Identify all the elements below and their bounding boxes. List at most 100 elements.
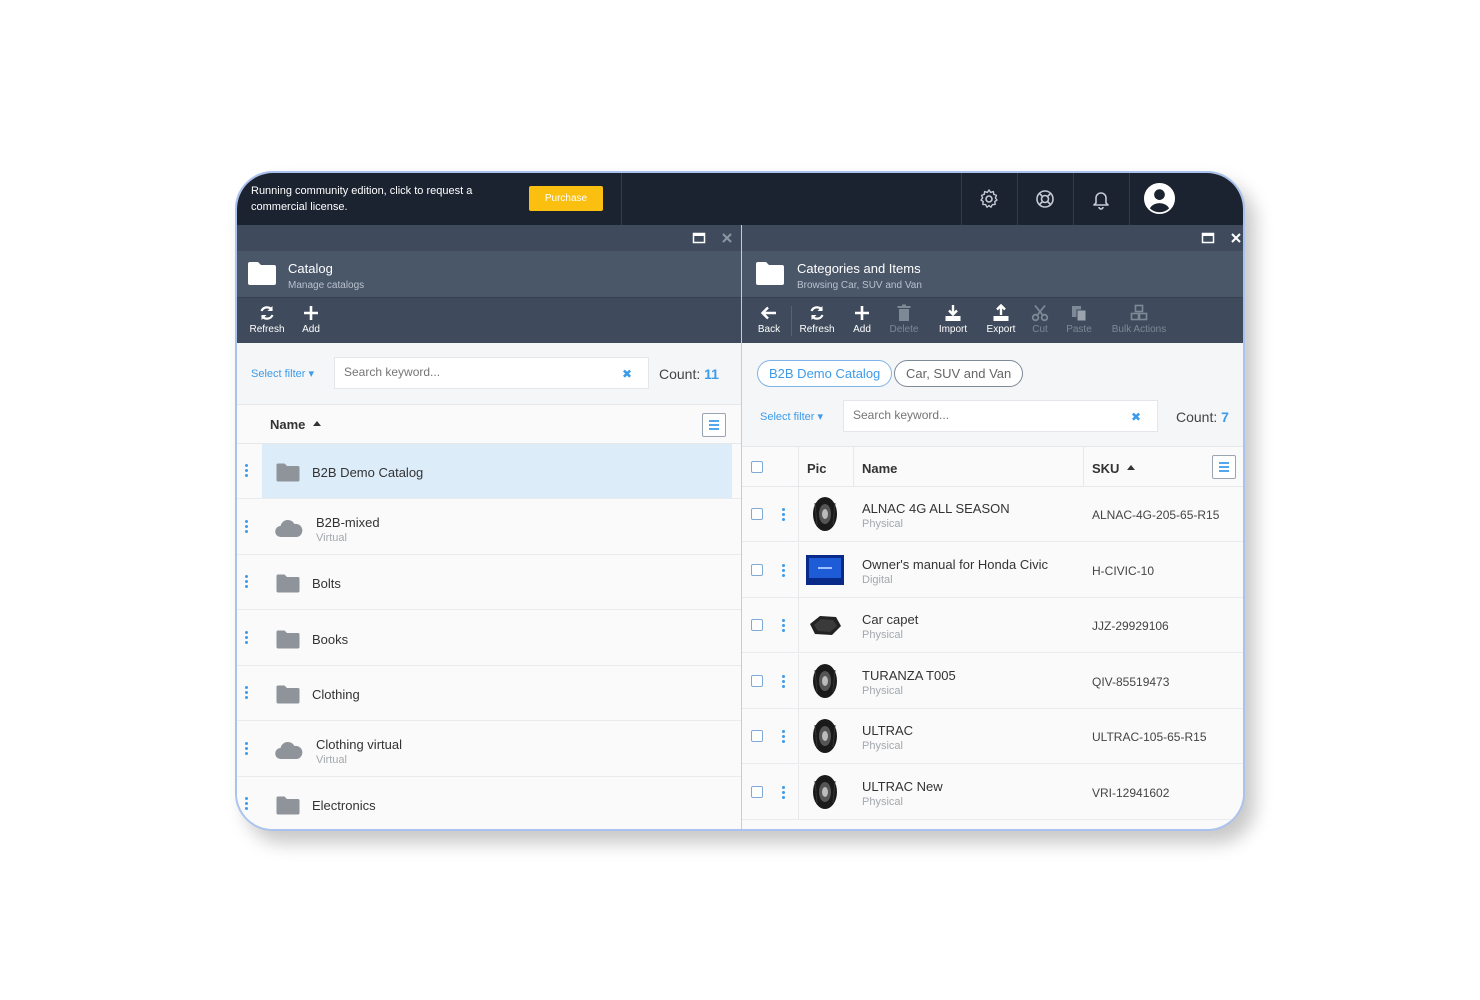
cut-button[interactable]: Cut bbox=[1028, 304, 1052, 340]
catalog-row[interactable]: Books bbox=[237, 610, 741, 666]
row-actions-icon[interactable] bbox=[245, 519, 249, 535]
column-menu-button[interactable] bbox=[702, 413, 726, 437]
row-actions-icon[interactable] bbox=[782, 563, 786, 579]
row-checkbox[interactable] bbox=[751, 563, 763, 576]
product-thumbnail-carpet-icon[interactable] bbox=[806, 606, 844, 644]
folder-icon bbox=[276, 685, 300, 704]
import-button[interactable]: Import bbox=[934, 304, 972, 340]
categories-toolbar: Back Refresh Add Delete Import Export Cu… bbox=[742, 297, 1243, 343]
clear-search-icon[interactable]: ✖ bbox=[622, 367, 632, 381]
sort-asc-icon bbox=[1127, 465, 1136, 471]
clear-search-icon[interactable]: ✖ bbox=[1131, 410, 1141, 424]
item-name: ALNAC 4G ALL SEASON bbox=[862, 501, 1010, 516]
items-search-input[interactable] bbox=[853, 408, 1104, 422]
paste-button[interactable]: Paste bbox=[1062, 304, 1096, 340]
product-thumbnail-tire-icon[interactable] bbox=[806, 773, 844, 811]
catalog-row[interactable]: B2B-mixed Virtual bbox=[237, 499, 741, 555]
item-name: TURANZA T005 bbox=[862, 667, 956, 683]
download-icon bbox=[945, 305, 961, 321]
product-thumbnail-tire-icon[interactable] bbox=[806, 495, 844, 533]
pic-column-header[interactable]: Pic bbox=[807, 461, 827, 476]
catalog-search-input[interactable] bbox=[344, 365, 595, 379]
license-notice[interactable]: Running community edition, click to requ… bbox=[251, 183, 501, 215]
catalog-name: B2B Demo Catalog bbox=[312, 465, 424, 480]
row-actions-icon[interactable] bbox=[245, 630, 249, 646]
item-sku: QIV-85519473 bbox=[1092, 674, 1170, 689]
product-thumbnail-tire-icon[interactable] bbox=[806, 662, 844, 700]
scissors-icon bbox=[1031, 304, 1049, 322]
row-actions-icon[interactable] bbox=[245, 686, 249, 701]
sku-column-header[interactable]: SKU bbox=[1092, 461, 1136, 476]
maximize-icon[interactable] bbox=[1201, 231, 1215, 245]
name-column-header[interactable]: Name bbox=[270, 417, 322, 432]
row-actions-icon[interactable] bbox=[245, 464, 249, 479]
maximize-icon[interactable] bbox=[692, 231, 706, 245]
add-button[interactable]: Add bbox=[846, 304, 878, 340]
item-row[interactable]: TURANZA T005 Physical QIV-85519473 bbox=[742, 653, 1243, 709]
catalog-row[interactable]: B2B Demo Catalog bbox=[237, 444, 741, 499]
bell-icon[interactable] bbox=[1089, 187, 1113, 211]
support-icon[interactable] bbox=[1033, 187, 1057, 211]
catalog-row[interactable]: Electronics bbox=[237, 777, 741, 829]
catalog-header: Catalog Manage catalogs bbox=[237, 251, 741, 297]
items-count: Count: 7 bbox=[1176, 409, 1229, 425]
breadcrumb-category-chip[interactable]: Car, SUV and Van bbox=[894, 360, 1024, 387]
catalog-name: Books bbox=[312, 631, 349, 647]
select-filter-dropdown[interactable]: Select filter ▾ bbox=[251, 367, 314, 380]
item-row[interactable]: ULTRAC New Physical VRI-12941602 bbox=[742, 764, 1243, 820]
item-row[interactable]: Owner's manual for Honda Civic Digital H-C… bbox=[742, 542, 1243, 598]
gear-icon[interactable] bbox=[977, 187, 1001, 211]
product-thumbnail-tire-icon[interactable] bbox=[806, 717, 844, 755]
export-button[interactable]: Export bbox=[982, 304, 1020, 340]
row-actions-icon[interactable] bbox=[782, 619, 786, 634]
purchase-button[interactable]: Purchase bbox=[529, 186, 603, 211]
row-checkbox[interactable] bbox=[751, 785, 763, 798]
row-actions-icon[interactable] bbox=[782, 785, 786, 801]
item-type: Physical bbox=[862, 629, 903, 641]
item-row[interactable]: ALNAC 4G ALL SEASON Physical ALNAC-4G-205-… bbox=[742, 487, 1243, 542]
catalog-name: Clothing bbox=[312, 687, 360, 702]
plus-icon bbox=[304, 306, 318, 320]
row-actions-icon[interactable] bbox=[782, 508, 786, 523]
row-actions-icon[interactable] bbox=[782, 730, 786, 745]
row-actions-icon[interactable] bbox=[245, 797, 249, 812]
add-button[interactable]: Add bbox=[295, 304, 327, 340]
catalog-row[interactable]: Bolts bbox=[237, 555, 741, 610]
delete-button[interactable]: Delete bbox=[886, 304, 922, 340]
item-type: Digital bbox=[862, 573, 893, 586]
catalog-row[interactable]: Clothing virtual Virtual bbox=[237, 721, 741, 777]
item-row[interactable]: ULTRAC Physical ULTRAC-105-65-R15 bbox=[742, 709, 1243, 764]
cubes-icon bbox=[1130, 304, 1148, 321]
close-icon[interactable] bbox=[720, 231, 734, 245]
catalog-row[interactable]: Clothing bbox=[237, 666, 741, 721]
select-filter-dropdown[interactable]: Select filter ▾ bbox=[760, 410, 823, 423]
column-menu-button[interactable] bbox=[1212, 455, 1236, 479]
pane-title: Categories and Items bbox=[797, 261, 921, 276]
product-thumbnail-manual-icon[interactable] bbox=[806, 551, 844, 589]
catalog-name: Bolts bbox=[312, 576, 341, 591]
item-type: Physical bbox=[862, 684, 903, 697]
name-column-header[interactable]: Name bbox=[862, 461, 897, 476]
bulk-actions-button[interactable]: Bulk Actions bbox=[1108, 304, 1170, 340]
row-checkbox[interactable] bbox=[751, 674, 763, 687]
refresh-button[interactable]: Refresh bbox=[247, 304, 287, 340]
catalog-type: Virtual bbox=[316, 753, 347, 766]
pane-subtitle: Manage catalogs bbox=[288, 280, 365, 291]
row-actions-icon[interactable] bbox=[245, 575, 249, 590]
breadcrumb-catalog-chip[interactable]: B2B Demo Catalog bbox=[757, 360, 893, 387]
back-button[interactable]: Back bbox=[752, 304, 786, 340]
row-actions-icon[interactable] bbox=[782, 674, 786, 690]
row-actions-icon[interactable] bbox=[245, 741, 249, 757]
catalog-search-box: ✖ bbox=[334, 357, 649, 389]
select-all-checkbox[interactable] bbox=[751, 461, 763, 473]
catalog-window-bar bbox=[237, 225, 741, 251]
row-checkbox[interactable] bbox=[751, 619, 763, 631]
close-icon[interactable] bbox=[1229, 231, 1243, 245]
catalog-count: Count: 11 bbox=[659, 366, 719, 382]
refresh-button[interactable]: Refresh bbox=[796, 304, 838, 340]
item-row[interactable]: Car capet Physical JJZ-29929106 bbox=[742, 598, 1243, 653]
user-avatar-icon[interactable] bbox=[1143, 182, 1176, 215]
row-checkbox[interactable] bbox=[751, 508, 763, 520]
row-checkbox[interactable] bbox=[751, 730, 763, 742]
item-name: ULTRAC New bbox=[862, 778, 943, 794]
